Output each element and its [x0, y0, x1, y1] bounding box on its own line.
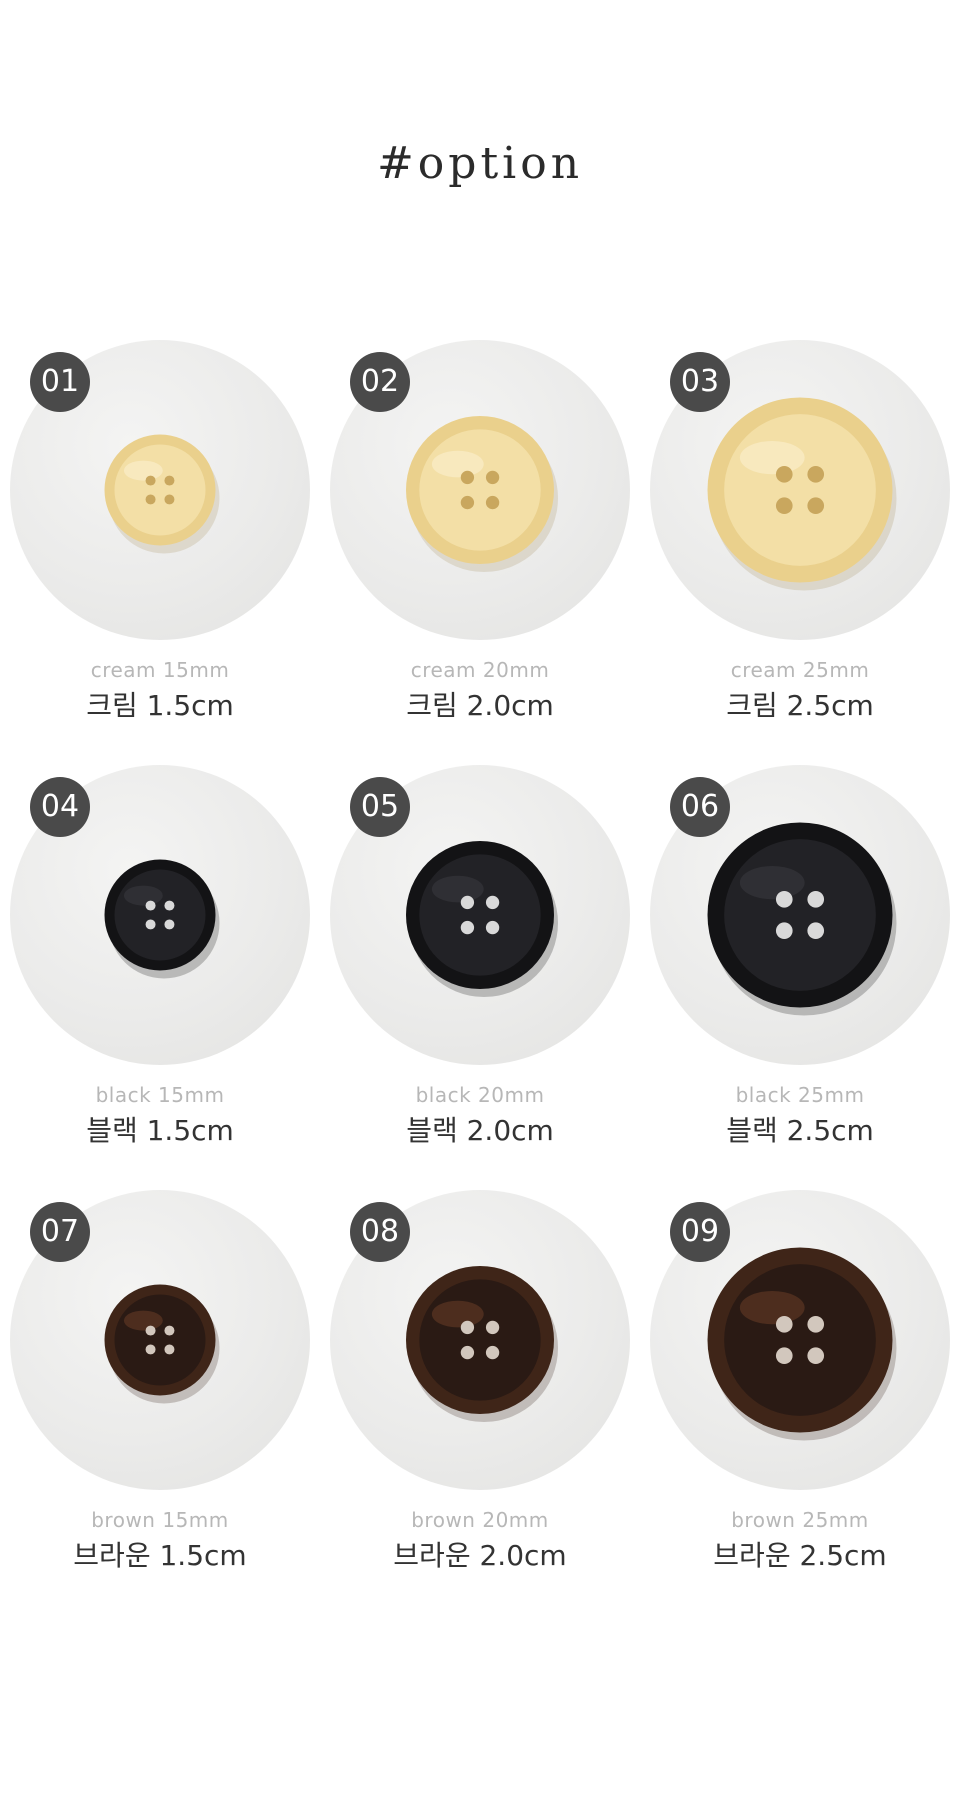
button-hole [164, 919, 175, 930]
button-highlight [739, 1290, 805, 1325]
option-korean-label: 크림 1.5cm [86, 689, 234, 722]
option-number-badge: 04 [30, 777, 90, 837]
button-hole [460, 1345, 475, 1360]
option-korean-label: 브라운 2.5cm [713, 1539, 887, 1572]
option-english-label: cream 15mm [90, 658, 230, 682]
button-highlight [739, 440, 805, 475]
button-hole [775, 465, 793, 483]
option-number-badge: 02 [350, 352, 410, 412]
button-highlight [123, 460, 163, 481]
option-korean-label: 블랙 2.0cm [406, 1114, 554, 1147]
option-card[interactable]: 04 black 15mm 블랙 1.5cm [0, 765, 320, 1165]
option-english-label: cream 25mm [730, 658, 870, 682]
button-hole [775, 1347, 793, 1365]
button-face [114, 444, 206, 536]
button-hole [460, 1320, 475, 1335]
button-face [419, 429, 541, 551]
button-hole [460, 895, 475, 910]
button-hole [164, 494, 175, 505]
option-korean-label: 크림 2.0cm [406, 689, 554, 722]
button-hole [775, 922, 793, 940]
option-card[interactable]: 07 brown 15mm 브라운 1.5cm [0, 1190, 320, 1590]
option-card[interactable]: 09 brown 25mm 브라운 2.5cm [640, 1190, 960, 1590]
button-face [724, 1264, 876, 1416]
option-card[interactable]: 03 cream 25mm 크림 2.5cm [640, 340, 960, 740]
button-hole [485, 1345, 500, 1360]
button-hole [807, 497, 825, 515]
option-card[interactable]: 02 cream 20mm 크림 2.0cm [320, 340, 640, 740]
button-hole [485, 470, 500, 485]
option-korean-label: 블랙 1.5cm [86, 1114, 234, 1147]
button-hole [460, 495, 475, 510]
button-highlight [739, 865, 805, 900]
button-highlight [431, 875, 484, 903]
option-korean-label: 블랙 2.5cm [726, 1114, 874, 1147]
button-hole [807, 890, 825, 908]
button-hole [460, 920, 475, 935]
button-highlight [431, 1300, 484, 1328]
button-face [114, 869, 206, 961]
option-number-badge: 08 [350, 1202, 410, 1262]
button-hole [807, 465, 825, 483]
option-number-badge: 07 [30, 1202, 90, 1262]
button-hole [145, 494, 156, 505]
option-number-badge: 05 [350, 777, 410, 837]
option-english-label: brown 15mm [91, 1508, 229, 1532]
button-hole [775, 1315, 793, 1333]
button-hole [775, 890, 793, 908]
button-face [419, 854, 541, 976]
option-korean-label: 브라운 2.0cm [393, 1539, 567, 1572]
button-face [724, 839, 876, 991]
option-korean-label: 크림 2.5cm [726, 689, 874, 722]
button-hole [485, 895, 500, 910]
option-english-label: brown 25mm [731, 1508, 869, 1532]
button-hole [164, 1325, 175, 1336]
button-hole [145, 1344, 156, 1355]
option-number-badge: 09 [670, 1202, 730, 1262]
button-hole [460, 470, 475, 485]
button-hole [145, 1325, 156, 1336]
button-hole [164, 1344, 175, 1355]
button-hole [485, 920, 500, 935]
page-title: #option [376, 138, 584, 189]
button-hole [807, 1347, 825, 1365]
option-card[interactable]: 01 cream 15mm 크림 1.5cm [0, 340, 320, 740]
button-hole [164, 900, 175, 911]
button-face [114, 1294, 206, 1386]
option-english-label: cream 20mm [410, 658, 550, 682]
button-hole [145, 919, 156, 930]
option-card[interactable]: 05 black 20mm 블랙 2.0cm [320, 765, 640, 1165]
button-hole [807, 1315, 825, 1333]
option-english-label: black 25mm [735, 1083, 865, 1107]
option-number-badge: 03 [670, 352, 730, 412]
button-hole [164, 475, 175, 486]
option-english-label: black 15mm [95, 1083, 225, 1107]
button-hole [775, 497, 793, 515]
button-highlight [123, 1310, 163, 1331]
option-card[interactable]: 08 brown 20mm 브라운 2.0cm [320, 1190, 640, 1590]
option-number-badge: 06 [670, 777, 730, 837]
option-english-label: black 20mm [415, 1083, 545, 1107]
button-face [419, 1279, 541, 1401]
option-english-label: brown 20mm [411, 1508, 549, 1532]
button-hole [807, 922, 825, 940]
button-face [724, 414, 876, 566]
button-hole [485, 495, 500, 510]
option-korean-label: 브라운 1.5cm [73, 1539, 247, 1572]
button-highlight [123, 885, 163, 906]
button-hole [145, 900, 156, 911]
button-hole [485, 1320, 500, 1335]
option-card[interactable]: 06 black 25mm 블랙 2.5cm [640, 765, 960, 1165]
option-number-badge: 01 [30, 352, 90, 412]
button-highlight [431, 450, 484, 478]
button-hole [145, 475, 156, 486]
